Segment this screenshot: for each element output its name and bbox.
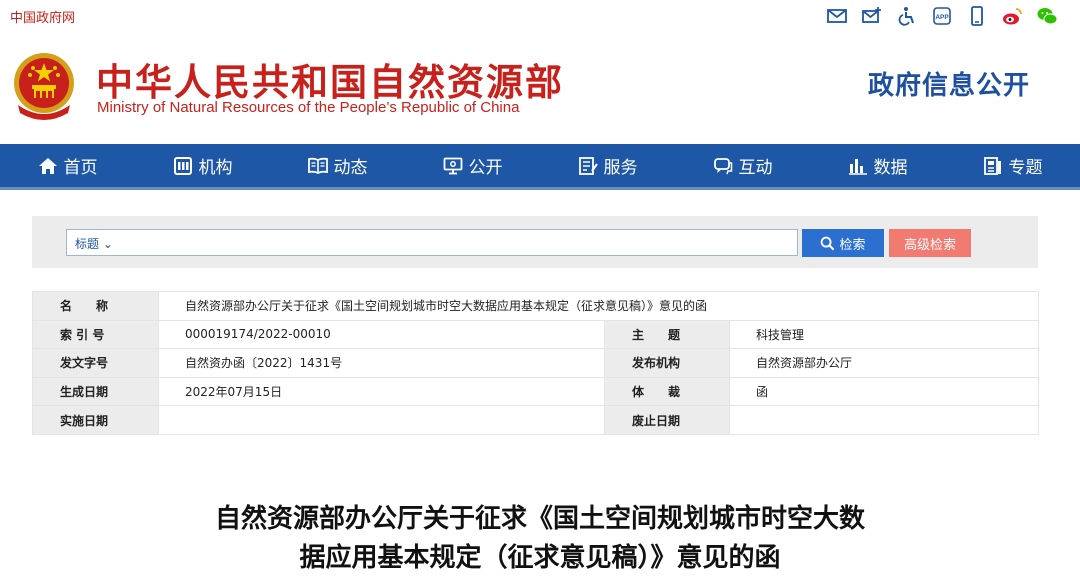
nav-item-service[interactable]: 服务 xyxy=(540,144,675,187)
genre-label: 体 裁 xyxy=(604,376,730,407)
book-icon xyxy=(307,157,328,174)
expire-date-value xyxy=(729,405,1039,435)
bar-chart-icon xyxy=(848,158,867,175)
nav-item-label: 服务 xyxy=(603,158,638,178)
search-icon xyxy=(821,236,835,250)
article-title-line: 据应用基本规定（征求意见稿）》意见的函 xyxy=(299,543,781,573)
name-value: 自然资源部办公厅关于征求《国土空间规划城市时空大数据应用基本规定（征求意见稿）》… xyxy=(158,291,1039,321)
index-value: 000019174/2022-00010 xyxy=(158,319,605,350)
name-label: 名 称 xyxy=(32,291,159,321)
weibo-icon[interactable] xyxy=(1001,5,1023,27)
created-date-value: 2022年07月15日 xyxy=(158,376,605,407)
org-icon xyxy=(173,156,192,175)
advanced-search-button[interactable]: 高级检索 xyxy=(889,229,971,257)
mail-add-icon[interactable] xyxy=(861,5,883,27)
main-nav: 首页 机构 动态 公开 服务 互动 数据 专题 xyxy=(0,144,1080,190)
home-icon xyxy=(38,157,57,174)
accessibility-icon[interactable] xyxy=(896,5,918,27)
chat-icon xyxy=(713,157,732,174)
nav-item-label: 数据 xyxy=(873,158,908,178)
topic-label: 主 题 xyxy=(604,319,730,350)
nav-item-label: 动态 xyxy=(333,158,368,178)
ministry-name-cn: 中华人民共和国自然资源部 xyxy=(96,61,564,104)
search-field-select[interactable]: 标题 ⌄ xyxy=(75,235,113,252)
app-icon-label: APP xyxy=(935,14,949,21)
nav-item-org[interactable]: 机构 xyxy=(135,144,270,187)
index-label: 索 引 号 xyxy=(32,319,159,350)
article-title: 自然资源部办公厅关于征求《国土空间规划城市时空大数 据应用基本规定（征求意见稿）… xyxy=(0,500,1080,578)
wechat-icon[interactable] xyxy=(1036,5,1058,27)
nav-item-label: 互动 xyxy=(738,158,773,178)
search-panel: 标题 ⌄ 检索 高级检索 xyxy=(32,216,1038,268)
table-row: 生成日期 2022年07月15日 体 裁 函 xyxy=(32,376,1039,407)
nav-item-news[interactable]: 动态 xyxy=(270,144,405,187)
table-row: 发文字号 自然资办函〔2022〕1431号 发布机构 自然资源部办公厅 xyxy=(32,348,1039,378)
effective-date-value xyxy=(158,405,605,435)
top-bar: 中国政府网 APP xyxy=(0,0,1080,32)
table-row: 索 引 号 000019174/2022-00010 主 题 科技管理 xyxy=(32,319,1039,350)
doc-edit-icon xyxy=(578,156,598,175)
nav-item-data[interactable]: 数据 xyxy=(810,144,945,187)
doc-number-label: 发文字号 xyxy=(32,348,159,378)
expire-date-label: 废止日期 xyxy=(604,405,730,435)
nav-item-label: 公开 xyxy=(468,158,503,178)
topic-icon xyxy=(983,156,1001,175)
app-icon[interactable]: APP xyxy=(931,5,953,27)
site-header: 中华人民共和国自然资源部 Ministry of Natural Resourc… xyxy=(0,32,1080,144)
nav-item-home[interactable]: 首页 xyxy=(0,144,135,187)
publisher-label: 发布机构 xyxy=(604,348,730,378)
nav-item-label: 机构 xyxy=(198,158,233,178)
doc-number-value: 自然资办函〔2022〕1431号 xyxy=(158,348,605,378)
nav-item-interact[interactable]: 互动 xyxy=(675,144,810,187)
topic-value: 科技管理 xyxy=(729,319,1039,350)
top-icons: APP xyxy=(826,5,1058,27)
section-title: 政府信息公开 xyxy=(867,71,1030,101)
chevron-down-icon: ⌄ xyxy=(102,237,113,251)
mobile-icon[interactable] xyxy=(966,5,988,27)
gov-portal-link[interactable]: 中国政府网 xyxy=(10,7,75,26)
nav-item-topic[interactable]: 专题 xyxy=(945,144,1080,187)
effective-date-label: 实施日期 xyxy=(32,405,159,435)
search-button-label: 检索 xyxy=(839,237,866,253)
nav-item-label: 专题 xyxy=(1008,158,1043,178)
table-row: 实施日期 废止日期 xyxy=(32,405,1039,435)
nav-item-public[interactable]: 公开 xyxy=(405,144,540,187)
monitor-icon xyxy=(443,157,462,174)
ministry-name-en: Ministry of Natural Resources of the Peo… xyxy=(97,99,520,116)
table-row: 名 称 自然资源部办公厅关于征求《国土空间规划城市时空大数据应用基本规定（征求意… xyxy=(32,291,1039,321)
mail-icon[interactable] xyxy=(826,5,848,27)
national-emblem[interactable] xyxy=(12,49,76,123)
article-title-line: 自然资源部办公厅关于征求《国土空间规划城市时空大数 xyxy=(214,504,865,534)
search-field-value: 标题 xyxy=(75,237,100,251)
search-box: 标题 ⌄ xyxy=(66,229,798,256)
publisher-value: 自然资源部办公厅 xyxy=(729,348,1039,378)
search-input[interactable] xyxy=(125,232,789,253)
search-button[interactable]: 检索 xyxy=(802,229,884,257)
genre-value: 函 xyxy=(729,376,1039,407)
nav-item-label: 首页 xyxy=(63,158,98,178)
created-date-label: 生成日期 xyxy=(32,376,159,407)
document-info-table: 名 称 自然资源部办公厅关于征求《国土空间规划城市时空大数据应用基本规定（征求意… xyxy=(32,291,1039,435)
